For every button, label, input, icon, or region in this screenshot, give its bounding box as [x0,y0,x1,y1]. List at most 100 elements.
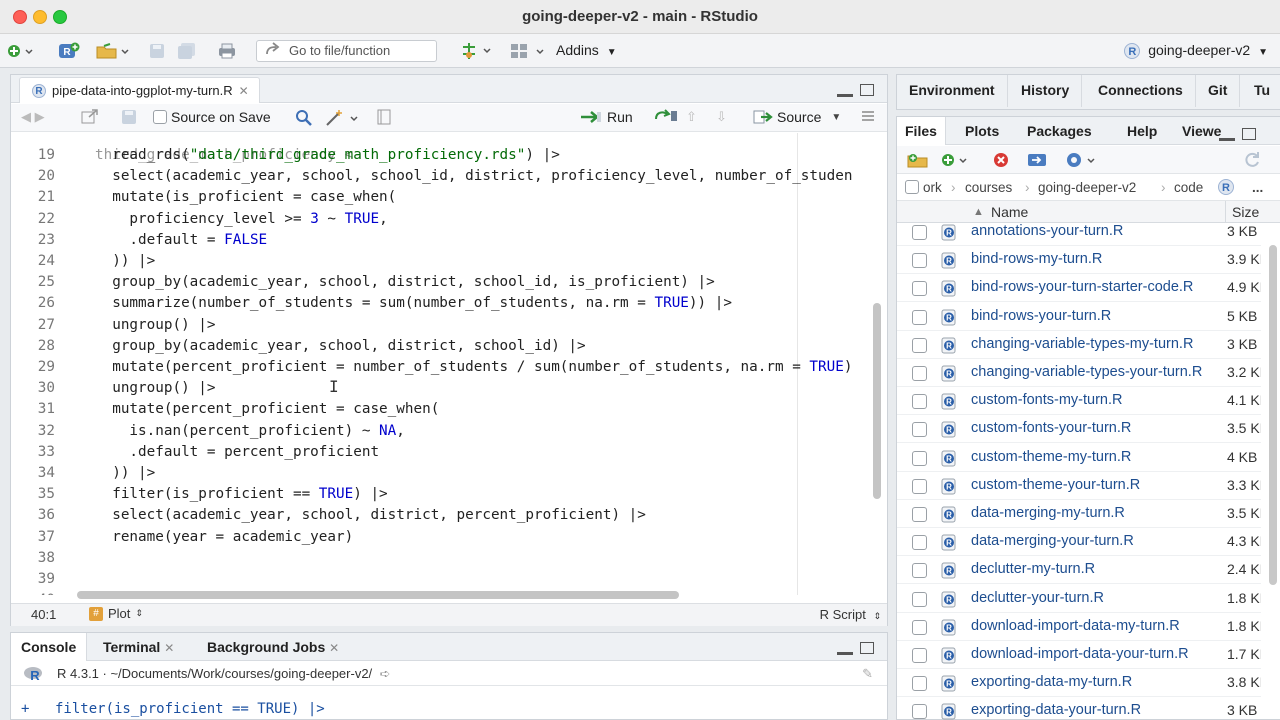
file-row[interactable]: Rdata-merging-my-turn.R 3.5 KB [897,500,1261,528]
file-row[interactable]: Rcustom-fonts-my-turn.R 4.1 KB [897,387,1261,416]
minimize-pane-icon[interactable] [837,94,853,97]
scope-menu[interactable]: # Plot ⇕ [89,606,143,621]
save-all-icon[interactable] [177,42,197,60]
source-on-save-checkbox[interactable]: Source on Save [153,109,271,125]
file-checkbox[interactable] [912,450,927,466]
editor-menu-icon[interactable] [861,109,875,123]
maximize-pane-icon[interactable] [860,84,874,96]
file-name-link[interactable]: bind-rows-your-turn-starter-code.R [971,279,1221,295]
editor-vertical-scrollbar[interactable] [873,303,881,499]
file-row[interactable]: Rbind-rows-my-turn.R 3.9 KB [897,246,1261,275]
breadcrumb-item[interactable]: code [1174,175,1203,201]
file-name-link[interactable]: custom-theme-your-turn.R [971,477,1221,493]
go-down-icon[interactable]: ⇩ [716,109,727,125]
size-column-header[interactable]: Size [1225,201,1259,223]
save-file-icon[interactable] [121,109,137,125]
file-checkbox[interactable] [912,535,927,551]
file-name-link[interactable]: download-import-data-my-turn.R [971,618,1221,634]
file-row[interactable]: Rcustom-fonts-your-turn.R 3.5 KB [897,415,1261,444]
file-row[interactable]: Rdownload-import-data-your-turn.R 1.7 KB [897,641,1261,669]
file-row[interactable]: Rdeclutter-my-turn.R 2.4 KB [897,556,1261,585]
addins-menu[interactable]: Addins ▼ [556,42,617,58]
print-icon[interactable] [217,42,237,60]
file-checkbox[interactable] [912,253,927,269]
version-control-icon[interactable] [460,42,496,60]
file-checkbox[interactable] [912,563,927,579]
editor-tab-pipe-data-into-ggplot[interactable]: R pipe-data-into-ggplot-my-turn.R ✕ [19,77,260,103]
file-row[interactable]: Rdeclutter-your-turn.R 1.8 KB [897,585,1261,613]
file-name-link[interactable]: exporting-data-my-turn.R [971,674,1221,690]
new-folder-icon[interactable] [907,152,929,171]
console-output[interactable]: + filter(is_proficient == TRUE) |> [11,687,887,719]
editor-horizontal-scrollbar[interactable] [77,591,679,599]
home-icon[interactable] [905,180,919,194]
breadcrumb-item[interactable]: ork [923,175,942,201]
file-name-link[interactable]: declutter-your-turn.R [971,590,1221,606]
file-row[interactable]: Rexporting-data-my-turn.R 3.8 KB [897,669,1261,698]
minimize-pane-icon[interactable] [1219,138,1235,141]
tab-console[interactable]: Console [11,633,88,661]
workspace-panes-icon[interactable] [510,42,546,60]
open-file-icon[interactable] [96,42,132,60]
file-checkbox[interactable] [912,591,927,607]
file-checkbox[interactable] [912,619,927,635]
document-outline-icon[interactable] [377,109,391,125]
tab-plots[interactable]: Plots [957,117,1007,145]
more-path-icon[interactable]: ... [1252,175,1263,201]
close-tab-icon[interactable]: ✕ [239,84,249,98]
more-gear-icon[interactable] [1065,151,1099,172]
tab-tutorial[interactable]: Tu [1242,75,1280,107]
tab-help[interactable]: Help [1119,117,1165,145]
rename-file-icon[interactable] [1027,152,1047,171]
file-checkbox[interactable] [912,394,927,410]
file-checkbox[interactable] [912,337,927,353]
go-up-icon[interactable]: ⇧ [686,109,697,125]
file-name-link[interactable]: download-import-data-your-turn.R [971,646,1221,662]
file-row[interactable]: Rdata-merging-your-turn.R 4.3 KB [897,528,1261,557]
file-row[interactable]: Rannotations-your-turn.R 3 KB [897,223,1261,246]
file-checkbox[interactable] [912,704,927,720]
file-row[interactable]: Rcustom-theme-your-turn.R 3.3 KB [897,472,1261,500]
file-row[interactable]: Rbind-rows-your-turn.R 5 KB [897,303,1261,331]
file-checkbox[interactable] [912,478,927,494]
clear-console-icon[interactable]: ✎ [862,662,873,686]
file-name-link[interactable]: bind-rows-my-turn.R [971,251,1221,267]
rerun-icon[interactable] [653,109,679,123]
file-name-link[interactable]: exporting-data-your-turn.R [971,702,1221,718]
file-name-link[interactable]: declutter-my-turn.R [971,561,1221,577]
file-name-link[interactable]: custom-theme-my-turn.R [971,449,1221,465]
file-name-link[interactable]: annotations-your-turn.R [971,223,1221,239]
file-row[interactable]: Rexporting-data-your-turn.R 3 KB [897,697,1261,720]
file-name-link[interactable]: changing-variable-types-my-turn.R [971,336,1221,352]
tab-connections[interactable]: Connections [1086,75,1196,107]
file-row[interactable]: Rdownload-import-data-my-turn.R 1.8 KB [897,613,1261,641]
source-button[interactable]: Source ▼ [753,109,841,125]
tab-terminal[interactable]: Terminal ✕ [93,633,184,661]
new-project-icon[interactable]: R [58,42,80,60]
breadcrumb-item[interactable]: courses [965,175,1012,201]
file-name-link[interactable]: data-merging-my-turn.R [971,505,1221,521]
file-checkbox[interactable] [912,507,927,522]
go-to-file-input[interactable]: Go to file/function [256,40,437,62]
show-in-window-icon[interactable] [81,109,99,125]
code-tools-wand-icon[interactable] [325,109,361,127]
file-checkbox[interactable] [912,422,927,438]
save-icon[interactable] [149,42,165,60]
file-row[interactable]: Rbind-rows-your-turn-starter-code.R 4.9 K… [897,274,1261,303]
back-arrow-icon[interactable]: ◀ ▶ [21,109,45,125]
code-area[interactable]: third_grade_math_proficiency <- 19 read_… [11,133,873,595]
file-name-link[interactable]: data-merging-your-turn.R [971,533,1221,549]
file-name-link[interactable]: custom-fonts-my-turn.R [971,392,1221,408]
tab-packages[interactable]: Packages [1019,117,1100,145]
new-file-icon[interactable] [8,42,36,60]
run-button[interactable]: Run [579,109,633,125]
file-checkbox[interactable] [912,676,927,692]
search-icon[interactable] [295,109,313,127]
file-checkbox[interactable] [912,648,927,663]
file-checkbox[interactable] [912,281,927,297]
r-project-icon[interactable]: R [1218,179,1234,195]
tab-environment[interactable]: Environment [897,75,1008,107]
tab-background-jobs[interactable]: Background Jobs ✕ [197,633,349,661]
file-checkbox[interactable] [912,366,927,381]
file-checkbox[interactable] [912,309,927,325]
